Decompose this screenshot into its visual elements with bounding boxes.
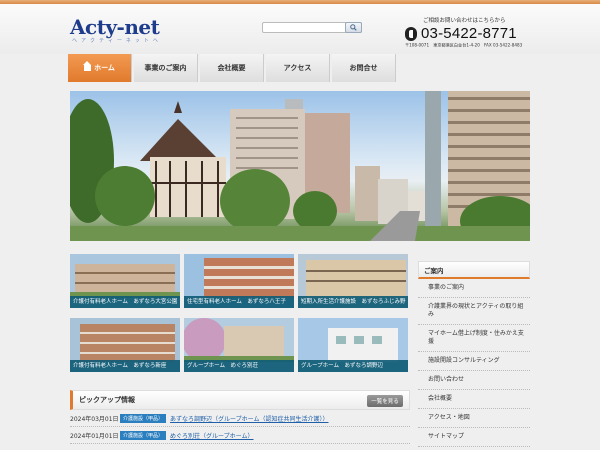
nav-label: アクセス [283, 64, 312, 72]
nav-label: 事業のご案内 [144, 64, 187, 72]
search-icon [350, 24, 357, 31]
view-all-button[interactable]: 一覧を見る [367, 395, 403, 407]
sidebar-item-company[interactable]: 会社概要 [418, 390, 530, 409]
facility-thumb[interactable]: 住宅型有料老人ホーム あずなろ八王子 [184, 254, 294, 308]
news-date: 2024年01月01日 [70, 432, 119, 440]
sidebar-guide: ご案内 事業のご案内 介護業界の現状とアクティの取り組み マイホーム借上げ制度・… [418, 261, 530, 447]
facility-thumb[interactable]: 介護付有料老人ホーム あずなろ新座 [70, 318, 180, 372]
sidebar-item-consulting[interactable]: 施設開設コンサルティング [418, 352, 530, 371]
sidebar-item-sitemap[interactable]: サイトマップ [418, 428, 530, 447]
category-badge: 介護施設（甲品） [120, 413, 167, 423]
facility-thumb[interactable]: 介護付有料老人ホーム あずなろ大宮公園 [70, 254, 180, 308]
global-nav: ホーム 事業のご案内 会社概要 アクセス お問合せ [68, 54, 398, 82]
nav-contact[interactable]: お問合せ [332, 54, 396, 82]
search-box [262, 22, 362, 33]
phone-number[interactable]: 03-5422-8771 [421, 25, 517, 42]
sidebar-item-home-lease[interactable]: マイホーム借上げ制度・住みかえ支援 [418, 325, 530, 352]
news-row: 2024年03月01日 介護施設（甲品） あずなろ調野辺（グループホーム（認知症… [70, 410, 410, 427]
pickup-section: ピックアップ情報 一覧を見る 2024年03月01日 介護施設（甲品） あずなろ… [70, 390, 410, 444]
site-logo[interactable]: Acty-net ヘ ア ク テ ィ ー ネ ッ ト ヘ [70, 15, 160, 44]
facility-caption: 介護付有料老人ホーム あずなろ大宮公園 [70, 296, 180, 308]
pickup-title: ピックアップ情報 [79, 396, 135, 404]
facility-caption: 住宅型有料老人ホーム あずなろ八王子 [184, 296, 294, 308]
site-header: Acty-net ヘ ア ク テ ィ ー ネ ッ ト ヘ ご相談お問い合わせはこ… [0, 4, 600, 54]
pickup-header: ピックアップ情報 一覧を見る [70, 390, 410, 410]
nav-label: ホーム [94, 64, 115, 72]
news-row: 2024年01月01日 介護施設（甲品） めぐろ別荘（グループホーム） [70, 427, 410, 444]
facility-caption: 短期入所生活介護施設 あずなろふじみ野 [298, 296, 408, 308]
nav-label: お問合せ [349, 64, 378, 72]
facility-caption: 介護付有料老人ホーム あずなろ新座 [70, 360, 180, 372]
category-badge: 介護施設（甲品） [120, 430, 167, 440]
nav-company[interactable]: 会社概要 [200, 54, 264, 82]
contact-note: ご相談お問い合わせはこちらから [423, 18, 506, 24]
phone-icon [405, 26, 417, 41]
facility-thumb[interactable]: グループホーム あずなろ調野辺 [298, 318, 408, 372]
facility-caption: グループホーム あずなろ調野辺 [298, 360, 408, 372]
news-date: 2024年03月01日 [70, 415, 119, 423]
news-link[interactable]: あずなろ調野辺（グループホーム（認知症共同生活介護）） [170, 414, 328, 423]
hero-cityscape-image [70, 91, 530, 241]
sidebar-item-access[interactable]: アクセス・地図 [418, 409, 530, 428]
sidebar-item-services[interactable]: 事業のご案内 [418, 279, 530, 298]
home-icon [83, 61, 92, 71]
logo-subtext: ヘ ア ク テ ィ ー ネ ッ ト ヘ [72, 38, 160, 44]
sidebar-title: ご案内 [418, 261, 530, 279]
search-button[interactable] [345, 22, 362, 33]
contact-block: ご相談お問い合わせはこちらから 03-5422-8771 〒108-0071 東… [405, 16, 535, 49]
news-link[interactable]: めぐろ別荘（グループホーム） [170, 431, 253, 440]
facility-thumb[interactable]: グループホーム めぐろ別荘 [184, 318, 294, 372]
facility-thumb[interactable]: 短期入所生活介護施設 あずなろふじみ野 [298, 254, 408, 308]
search-input[interactable] [263, 23, 345, 33]
nav-access[interactable]: アクセス [266, 54, 330, 82]
hero-illustration [70, 91, 530, 241]
nav-label: 会社概要 [217, 64, 246, 72]
nav-services[interactable]: 事業のご案内 [134, 54, 198, 82]
nav-home[interactable]: ホーム [68, 54, 132, 82]
logo-text: Acty-net [70, 15, 160, 39]
sidebar-item-care-industry[interactable]: 介護業界の現状とアクティの取り組み [418, 298, 530, 325]
sidebar-item-inquiry[interactable]: お問い合わせ [418, 371, 530, 390]
facility-caption: グループホーム めぐろ別荘 [184, 360, 294, 372]
company-address: 〒108-0071 東京都港区白金台1-4-20 FAX 03-5422-848… [405, 43, 523, 49]
